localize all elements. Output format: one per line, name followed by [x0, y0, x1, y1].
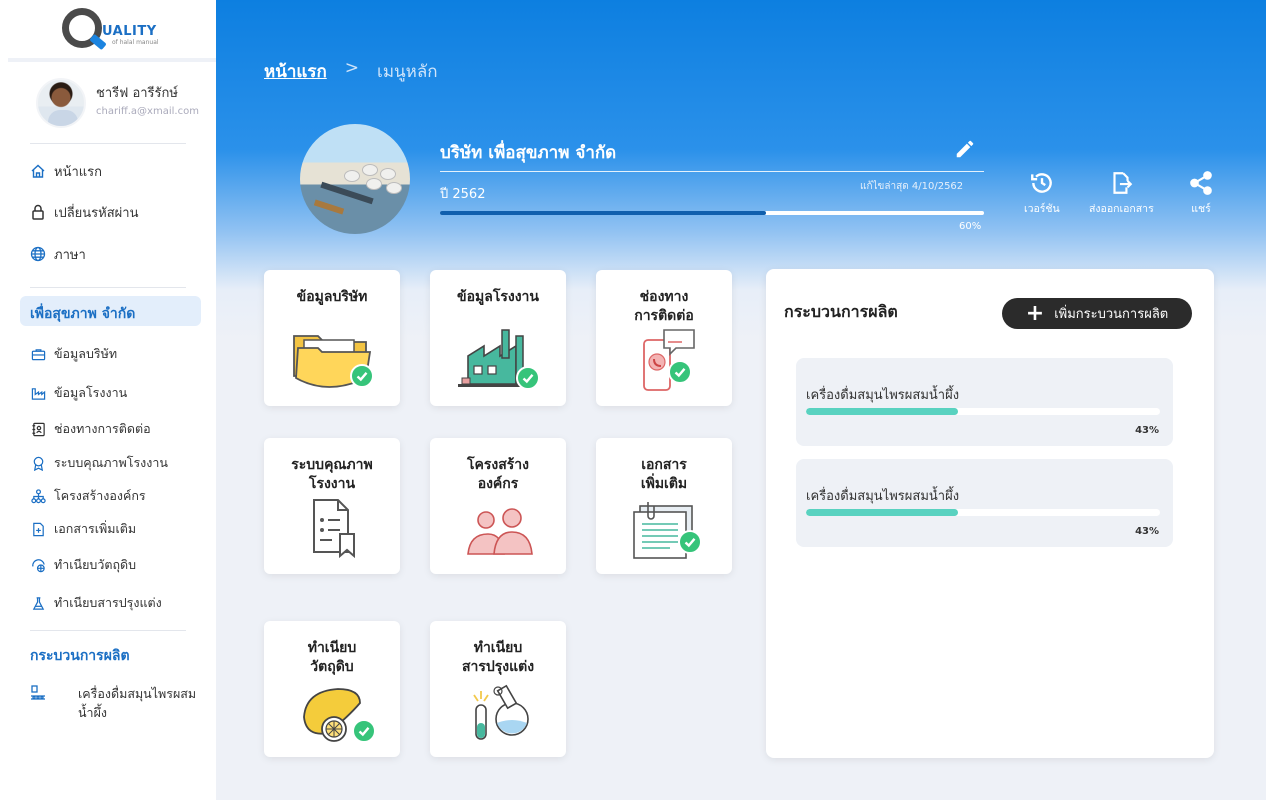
sidebar-item-quality-system[interactable]: ระบบคุณภาพโรงงาน — [30, 453, 168, 473]
brand-logo[interactable]: UALITY of halal manual — [62, 8, 172, 54]
company-year: ปี 2562 — [440, 187, 486, 202]
sidebar-item-documents[interactable]: เอกสารเพิ่มเติม — [30, 519, 136, 539]
sidebar-item-ingredients[interactable]: ทำเนียบวัตถุดิบ — [30, 555, 136, 575]
document-icon — [30, 521, 46, 537]
process-card[interactable]: เครื่องดื่มสมุนไพรผสมน้ำผึ้ง 43% — [796, 358, 1173, 446]
last-updated: แก้ไขล่าสุด 4/10/2562 — [860, 181, 964, 192]
history-icon — [1030, 173, 1052, 193]
sidebar-item-additives[interactable]: ทำเนียบสารปรุงแต่ง — [30, 593, 162, 613]
user-profile[interactable]: ชารีฟ อารีรักษ์ chariff.a@xmail.com — [36, 78, 216, 130]
process-panel: กระบวนการผลิต + เพิ่มกระบวนการผลิต เครื่… — [766, 269, 1214, 758]
home-icon — [30, 163, 46, 179]
brand-name: UALITY — [102, 24, 157, 39]
breadcrumb-separator: > — [344, 58, 360, 78]
edit-icon[interactable] — [954, 138, 976, 160]
sidebar-item-org-structure[interactable]: โครงสร้างองค์กร — [30, 486, 146, 506]
tile-additives[interactable]: ทำเนียบ สารปรุงแต่ง — [430, 621, 566, 757]
production-line-icon — [30, 684, 46, 700]
tile-factory-info[interactable]: ข้อมูลโรงงาน — [430, 270, 566, 406]
add-process-button[interactable]: + เพิ่มกระบวนการผลิต — [1002, 298, 1192, 329]
company-progress-label: 60% — [959, 221, 982, 232]
sidebar-item-contact[interactable]: ช่องทางการติดต่อ — [30, 419, 151, 439]
export-document-button[interactable]: ส่งออกเอกสาร — [1089, 170, 1154, 217]
process-progress-bar — [806, 408, 1160, 415]
plus-icon: + — [1025, 300, 1045, 326]
breadcrumb-current: เมนูหลัก — [377, 62, 438, 82]
company-progress-fill — [440, 211, 767, 215]
check-icon — [352, 719, 376, 743]
user-email: chariff.a@xmail.com — [96, 106, 199, 117]
version-button[interactable]: เวอร์ชัน — [1024, 170, 1060, 217]
sidebar: UALITY of halal manual ชารีฟ อารีรักษ์ c… — [0, 0, 216, 800]
check-icon — [516, 366, 540, 390]
breadcrumb-home[interactable]: หน้าแรก — [264, 58, 327, 85]
user-name: ชารีฟ อารีรักษ์ — [96, 86, 178, 101]
check-icon — [668, 360, 692, 384]
factory-icon — [30, 385, 46, 401]
share-button[interactable]: แชร์ — [1188, 170, 1214, 217]
process-panel-title: กระบวนการผลิต — [784, 302, 898, 321]
tile-contact[interactable]: ช่องทาง การติดต่อ — [596, 270, 732, 406]
tile-company-info[interactable]: ข้อมูลบริษัท — [264, 270, 400, 406]
briefcase-icon — [30, 346, 46, 362]
avatar — [36, 78, 86, 128]
nav-home[interactable]: หน้าแรก — [30, 160, 102, 182]
org-chart-icon — [30, 488, 46, 504]
award-icon — [30, 455, 46, 471]
export-document-icon — [1113, 172, 1133, 194]
check-icon — [350, 364, 374, 388]
contact-book-icon — [30, 421, 46, 437]
nav-change-password[interactable]: เปลี่ยนรหัสผ่าน — [30, 201, 138, 223]
people-icon — [467, 508, 533, 555]
quality-document-icon — [313, 499, 355, 559]
company-progress-bar — [440, 211, 984, 215]
process-progress-bar — [806, 509, 1160, 516]
sidebar-company-title[interactable]: เพื่อสุขภาพ จำกัด — [20, 296, 201, 326]
company-photo — [300, 124, 410, 234]
process-card[interactable]: เครื่องดื่มสมุนไพรผสมน้ำผึ้ง 43% — [796, 459, 1173, 547]
phone-chat-icon — [643, 329, 695, 391]
lab-flask-icon — [473, 684, 529, 740]
lock-icon — [30, 204, 46, 220]
breadcrumb: หน้าแรก > เมนูหลัก — [264, 58, 438, 85]
tile-quality-system[interactable]: ระบบคุณภาพ โรงงาน — [264, 438, 400, 574]
ingredient-icon — [30, 557, 46, 573]
sidebar-item-company-info[interactable]: ข้อมูลบริษัท — [30, 344, 117, 364]
sidebar-process-title[interactable]: กระบวนการผลิต — [30, 645, 130, 667]
check-icon — [678, 530, 702, 554]
sidebar-item-factory-info[interactable]: ข้อมูลโรงงาน — [30, 383, 127, 403]
flask-icon — [30, 595, 46, 611]
brand-tagline: of halal manual — [112, 39, 159, 46]
tile-documents[interactable]: เอกสาร เพิ่มเติม — [596, 438, 732, 574]
tile-org-structure[interactable]: โครงสร้าง องค์กร — [430, 438, 566, 574]
globe-icon — [30, 246, 46, 262]
tile-ingredients[interactable]: ทำเนียบ วัตถุดิบ — [264, 621, 400, 757]
company-name: บริษัท เพื่อสุขภาพ จำกัด — [440, 143, 617, 163]
nav-language[interactable]: ภาษา — [30, 243, 86, 265]
share-icon — [1190, 171, 1212, 195]
